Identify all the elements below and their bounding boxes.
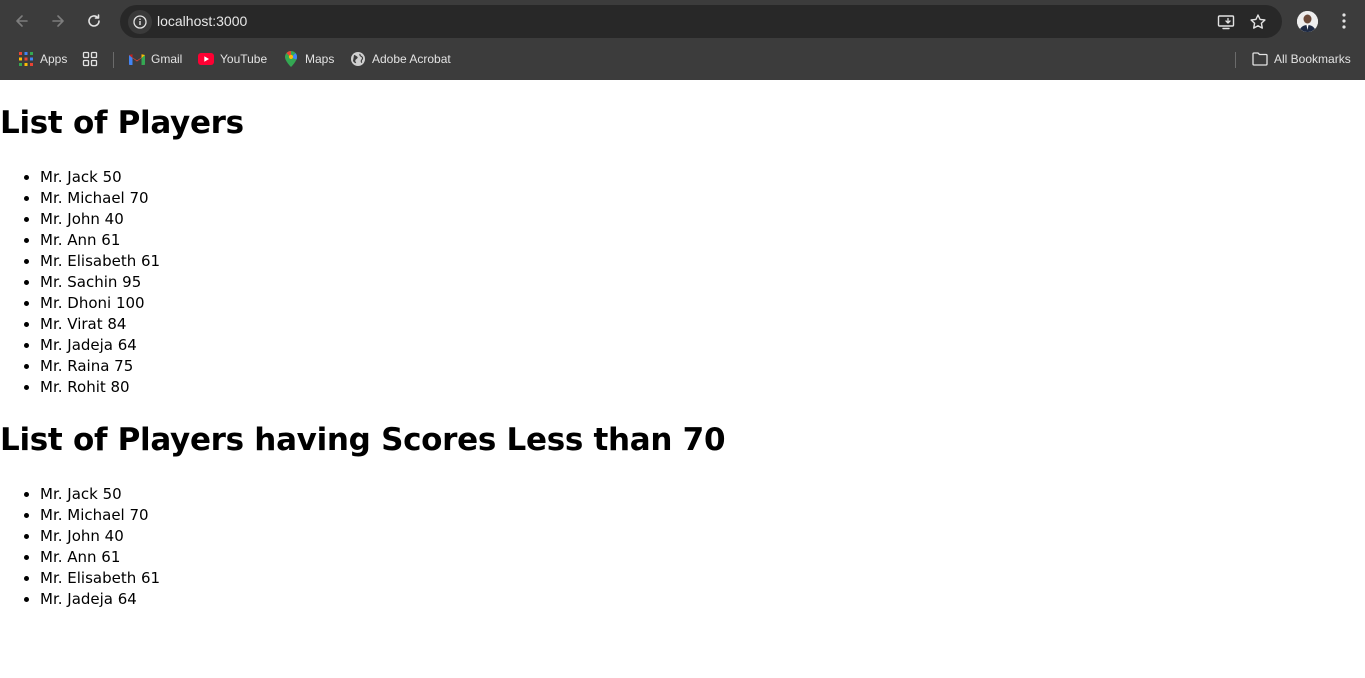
all-bookmarks-button[interactable]: All Bookmarks xyxy=(1252,49,1351,69)
list-item: Mr. Rohit 80 xyxy=(40,377,160,398)
install-icon xyxy=(1217,15,1235,30)
folder-icon xyxy=(1252,51,1268,67)
back-arrow-icon xyxy=(16,15,28,27)
bookmark-label: YouTube xyxy=(220,52,268,66)
list-item: Mr. Dhoni 100 xyxy=(40,293,160,314)
bookmark-apps[interactable]: Apps xyxy=(18,49,67,69)
players-list: Mr. Jack 50Mr. Michael 70Mr. John 40Mr. … xyxy=(0,167,160,398)
list-item: Mr. Jack 50 xyxy=(40,167,160,188)
star-icon xyxy=(1250,14,1266,29)
list-item: Mr. Elisabeth 61 xyxy=(40,251,160,272)
address-bar[interactable]: localhost:3000 xyxy=(120,5,1282,38)
apps-grid-icon xyxy=(18,51,34,67)
bookmark-star-button[interactable] xyxy=(1248,12,1268,32)
list-item: Mr. Jack 50 xyxy=(40,484,160,505)
list-item: Mr. Michael 70 xyxy=(40,188,160,209)
bookmark-label: Apps xyxy=(40,52,68,66)
url-text[interactable]: localhost:3000 xyxy=(157,13,247,30)
install-app-button[interactable] xyxy=(1216,12,1236,32)
list-item: Mr. Jadeja 64 xyxy=(40,335,160,356)
bookmark-gmail[interactable]: Gmail xyxy=(129,49,182,69)
list-item: Mr. Raina 75 xyxy=(40,356,160,377)
list-item: Mr. Virat 84 xyxy=(40,314,160,335)
bookmarks-bar: Apps Gmail YouTube Maps Adobe Acrobat Al… xyxy=(0,45,1365,73)
bookmark-label: Maps xyxy=(305,52,335,66)
back-button[interactable] xyxy=(8,7,36,35)
maps-icon xyxy=(283,51,299,67)
browser-chrome: localhost:3000 Apps Gmail YouTube Maps A… xyxy=(0,0,1365,80)
list-item: Mr. John 40 xyxy=(40,526,160,547)
youtube-icon xyxy=(198,51,214,67)
more-vertical-icon xyxy=(1342,13,1346,29)
list-item: Mr. Sachin 95 xyxy=(40,272,160,293)
bookmarks-divider xyxy=(113,52,114,68)
all-bookmarks-label: All Bookmarks xyxy=(1274,52,1351,66)
gmail-icon xyxy=(129,51,145,67)
list-item: Mr. Ann 61 xyxy=(40,230,160,251)
browser-toolbar: localhost:3000 xyxy=(0,0,1365,43)
list-item: Mr. Michael 70 xyxy=(40,505,160,526)
avatar-icon xyxy=(1297,11,1318,32)
page-title: List of Players xyxy=(0,105,244,141)
info-icon xyxy=(133,15,147,29)
bookmark-label: Adobe Acrobat xyxy=(372,52,451,66)
reload-icon xyxy=(88,14,100,27)
tab-groups-icon xyxy=(82,51,98,67)
bookmarks-divider xyxy=(1235,52,1236,68)
list-item: Mr. Jadeja 64 xyxy=(40,589,160,610)
reload-button[interactable] xyxy=(80,7,108,35)
bookmark-youtube[interactable]: YouTube xyxy=(198,49,267,69)
profile-avatar[interactable] xyxy=(1297,11,1318,32)
list-item: Mr. Ann 61 xyxy=(40,547,160,568)
forward-button[interactable] xyxy=(44,7,72,35)
site-info-button[interactable] xyxy=(128,10,152,34)
bookmark-maps[interactable]: Maps xyxy=(283,49,334,69)
forward-arrow-icon xyxy=(52,15,64,27)
page-content: List of Players Mr. Jack 50Mr. Michael 7… xyxy=(0,80,1365,678)
filtered-players-list: Mr. Jack 50Mr. Michael 70Mr. John 40Mr. … xyxy=(0,484,160,610)
list-item: Mr. Elisabeth 61 xyxy=(40,568,160,589)
bookmark-label: Gmail xyxy=(151,52,183,66)
tab-groups-button[interactable] xyxy=(82,49,104,69)
list-item: Mr. John 40 xyxy=(40,209,160,230)
filtered-heading: List of Players having Scores Less than … xyxy=(0,422,726,458)
browser-menu-button[interactable] xyxy=(1334,10,1354,32)
bookmark-adobe-acrobat[interactable]: Adobe Acrobat xyxy=(350,49,451,69)
globe-icon xyxy=(350,51,366,67)
